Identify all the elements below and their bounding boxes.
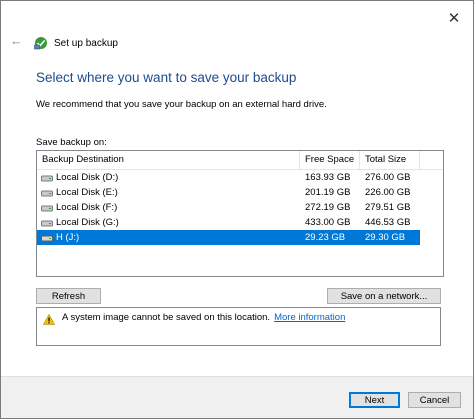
refresh-button-label: Refresh [51,291,86,302]
backup-dialog: ✕ ← Set up backup Select where you want … [0,0,474,419]
save-on-network-button[interactable]: Save on a network... [327,288,441,304]
message-text: A system image cannot be saved on this l… [62,312,271,323]
more-information-link[interactable]: More information [274,312,345,323]
list-item-selected[interactable]: H (J:) 29.23 GB 29.30 GB [37,230,420,245]
back-button[interactable]: ← [10,34,26,48]
list-item[interactable]: Local Disk (G:) 433.00 GB 446.53 GB [37,215,420,230]
next-button-label: Next [364,395,385,406]
backup-icon [34,37,47,50]
cancel-button-label: Cancel [419,395,450,406]
next-button[interactable]: Next [349,392,400,408]
usb-drive-icon [41,235,53,242]
total-size: 226.00 GB [365,187,411,198]
free-space: 433.00 GB [305,217,351,228]
close-button[interactable]: ✕ [445,9,463,27]
window-title-bar: Set up backup [34,35,118,51]
list-item[interactable]: Local Disk (E:) 201.19 GB 226.00 GB [37,185,420,200]
message-text-line: A system image cannot be saved on this l… [62,312,345,323]
list-item[interactable]: Local Disk (D:) 163.93 GB 276.00 GB [37,170,420,185]
column-header-total-size[interactable]: Total Size [360,151,420,169]
intro-text: We recommend that you save your backup o… [36,99,327,110]
hard-disk-icon [41,220,53,227]
destination-name: Local Disk (E:) [56,187,118,198]
message-box: A system image cannot be saved on this l… [36,307,441,346]
hard-disk-icon [41,190,53,197]
cancel-button[interactable]: Cancel [408,392,461,408]
warning-icon [43,314,55,325]
destination-name: Local Disk (F:) [56,202,118,213]
page-heading: Select where you want to save your backu… [36,70,297,85]
free-space: 163.93 GB [305,172,351,183]
total-size: 29.30 GB [365,232,406,243]
close-icon: ✕ [447,9,461,27]
destination-name: Local Disk (D:) [56,172,119,183]
total-size: 446.53 GB [365,217,411,228]
backup-destination-list[interactable]: Backup Destination Free Space Total Size… [36,150,444,277]
free-space: 272.19 GB [305,202,351,213]
column-header-destination[interactable]: Backup Destination [37,151,300,169]
free-space: 29.23 GB [305,232,346,243]
list-header: Backup Destination Free Space Total Size [37,151,443,170]
destination-name: Local Disk (G:) [56,217,119,228]
dialog-footer: Next Cancel [1,376,473,418]
total-size: 279.51 GB [365,202,411,213]
back-arrow-icon: ← [10,33,23,48]
save-backup-label: Save backup on: [36,137,107,148]
list-item[interactable]: Local Disk (F:) 272.19 GB 279.51 GB [37,200,420,215]
total-size: 276.00 GB [365,172,411,183]
window-title: Set up backup [54,37,118,49]
refresh-button[interactable]: Refresh [36,288,101,304]
free-space: 201.19 GB [305,187,351,198]
column-header-free-space[interactable]: Free Space [300,151,360,169]
destination-name: H (J:) [56,232,80,243]
hard-disk-icon [41,175,53,182]
hard-disk-icon [41,205,53,212]
save-on-network-label: Save on a network... [340,291,428,302]
